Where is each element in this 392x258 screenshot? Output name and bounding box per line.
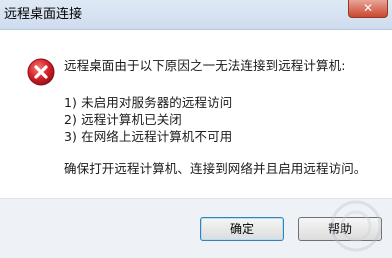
reason-item: 3) 在网络上远程计算机不可用 xyxy=(64,129,233,144)
error-message: 远程桌面由于以下原因之一无法连接到远程计算机: xyxy=(64,58,346,73)
window-title: 远程桌面连接 xyxy=(4,7,83,22)
watermark-logo xyxy=(330,200,382,252)
error-icon xyxy=(27,58,55,86)
ok-button[interactable]: 确定 xyxy=(200,217,284,241)
close-icon: ✕ xyxy=(362,1,374,15)
title-bar[interactable]: 远程桌面连接 ✕ xyxy=(0,0,392,30)
dialog-content: 远程桌面由于以下原因之一无法连接到远程计算机: 1) 未启用对服务器的远程访问 … xyxy=(0,30,392,198)
advice-text: 确保打开远程计算机、连接到网络并且启用远程访问。 xyxy=(64,161,367,176)
close-button[interactable]: ✕ xyxy=(348,0,388,18)
